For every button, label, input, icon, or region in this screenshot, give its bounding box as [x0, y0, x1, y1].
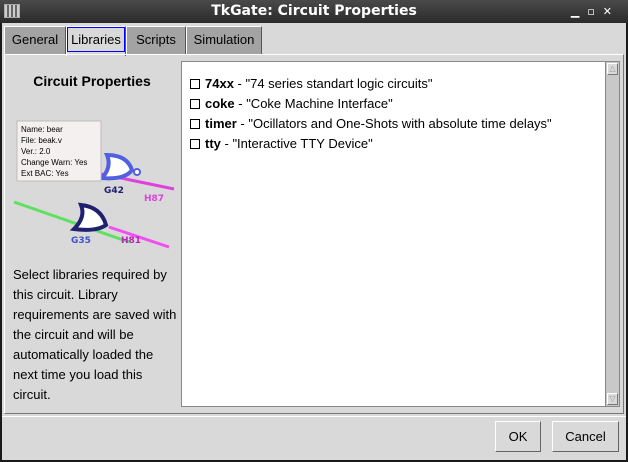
card-ext-bac: Ext BAC: Yes: [21, 169, 69, 178]
library-checkbox[interactable]: [190, 99, 200, 109]
list-scrollbar[interactable]: △ ▽: [605, 61, 620, 407]
library-desc: - "Ocillators and One-Shots with absolut…: [236, 116, 552, 131]
card-file: File: beak.v: [21, 136, 62, 145]
card-version: Ver.: 2.0: [21, 147, 51, 156]
tab-scripts[interactable]: Scripts: [126, 26, 186, 54]
library-list: 74xx - "74 series standart logic circuit…: [181, 61, 605, 407]
libraries-panel: Circuit Properties Name: bear File: beak…: [4, 54, 624, 414]
dialog: General Libraries Scripts Simulation Cir…: [2, 23, 626, 460]
circuit-illustration: Name: bear File: beak.v Ver.: 2.0 Change…: [13, 120, 175, 249]
library-item[interactable]: 74xx - "74 series standart logic circuit…: [190, 76, 432, 91]
cancel-button[interactable]: Cancel: [552, 421, 619, 452]
divider: [2, 416, 626, 417]
library-desc: - "Interactive TTY Device": [220, 136, 373, 151]
card-change-warn: Change Warn: Yes: [21, 158, 87, 167]
library-item[interactable]: tty - "Interactive TTY Device": [190, 136, 373, 151]
tab-simulation[interactable]: Simulation: [186, 26, 262, 54]
library-name: coke: [205, 96, 235, 111]
library-checkbox[interactable]: [190, 139, 200, 149]
library-checkbox[interactable]: [190, 119, 200, 129]
panel-title: Circuit Properties: [33, 73, 151, 89]
library-item[interactable]: coke - "Coke Machine Interface": [190, 96, 393, 111]
ok-button[interactable]: OK: [495, 421, 541, 452]
library-name: timer: [205, 116, 237, 131]
minimize-icon[interactable]: ▁: [571, 5, 587, 18]
close-icon[interactable]: ✕: [603, 5, 620, 18]
tab-general[interactable]: General: [4, 26, 66, 54]
app-icon: [4, 4, 20, 18]
scroll-down-icon[interactable]: ▽: [607, 393, 618, 405]
title-bar: TkGate: Circuit Properties ▁▫✕: [0, 0, 628, 23]
panel-description: Select libraries required by this circui…: [13, 267, 177, 402]
library-name: tty: [205, 136, 221, 151]
gate-label-g42: G42: [104, 186, 124, 196]
gate-label-g35: G35: [71, 236, 91, 246]
library-name: 74xx: [205, 76, 234, 91]
tab-libraries[interactable]: Libraries: [66, 26, 126, 56]
maximize-icon[interactable]: ▫: [587, 5, 602, 18]
wire-label-h87: H87: [144, 194, 164, 204]
scroll-up-icon[interactable]: △: [607, 63, 618, 75]
library-desc: - "74 series standart logic circuits": [233, 76, 433, 91]
library-checkbox[interactable]: [190, 79, 200, 89]
library-desc: - "Coke Machine Interface": [234, 96, 393, 111]
library-item[interactable]: timer - "Ocillators and One-Shots with a…: [190, 116, 552, 131]
card-name: Name: bear: [21, 125, 63, 134]
window-title: TkGate: Circuit Properties: [211, 3, 417, 19]
wire-label-h81: H81: [121, 236, 141, 246]
tab-libraries-label: Libraries: [67, 27, 125, 52]
